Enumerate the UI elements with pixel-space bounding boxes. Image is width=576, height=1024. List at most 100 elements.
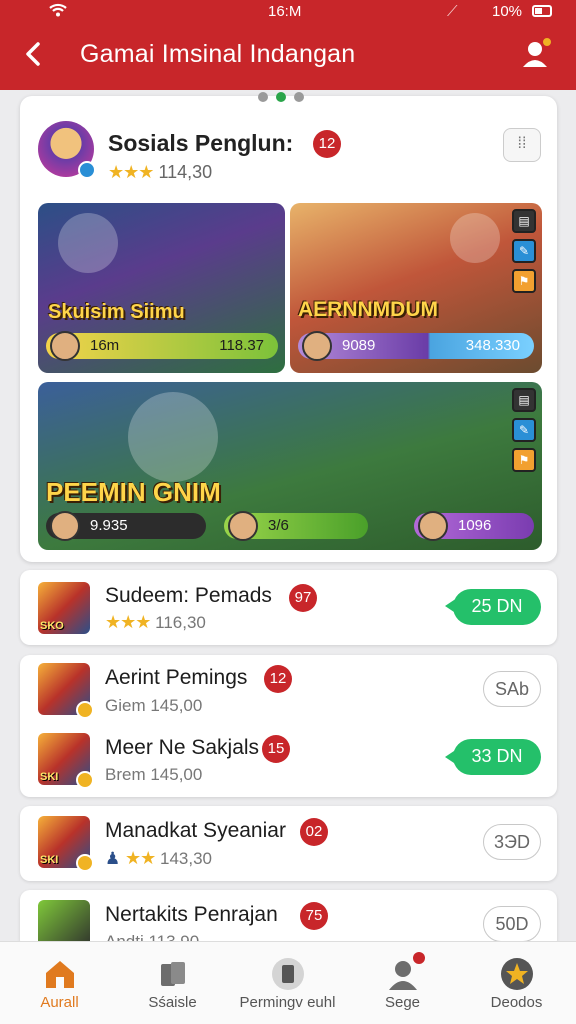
flag-icon[interactable]: ⚑ [512,448,536,472]
list-item[interactable]: SKI Manadkat Syeaniar 02 ♟ ★★ 143,30 3ЭD [20,808,557,878]
profile-icon [523,36,553,67]
center-icon [272,958,304,990]
tile-score-bar: 9.935 [46,511,206,541]
bar-value: 3/6 [268,517,289,534]
item-name: Nertakits Penrajan [105,903,278,926]
item-rating-value: 143,30 [160,849,212,868]
item-subtitle: Giem 145,00 [105,696,203,715]
list-card: SKI Manadkat Syeaniar 02 ♟ ★★ 143,30 3ЭD [20,806,557,881]
item-action-button[interactable]: SAb [483,671,541,707]
item-action-button[interactable]: 25 DN [453,589,541,625]
item-badge: 15 [262,735,290,763]
signal-icon: ⟋ [447,3,458,20]
verified-icon [78,161,96,179]
item-badge: 02 [300,818,328,846]
rating-stars-icon: ★★ [124,848,156,868]
bar-right-value: 118.37 [219,337,264,354]
tile-progress-bar: 16m 118.37 [46,331,278,361]
game-tile[interactable]: ▤ ✎ ⚑ AERNNMDUM 9089 348.330 [290,203,542,373]
bar-value: 1096 [458,517,492,534]
battery-icon [532,5,552,17]
more-dots-icon: ⁞⁞ [517,135,527,152]
game-tile-wide[interactable]: ▤ ✎ ⚑ PEEMIN GNIM 9.935 3/6 1096 [38,382,542,550]
item-badge: 75 [300,902,328,930]
status-time: 16:M [268,3,302,20]
tile-score-bar: 3/6 [224,511,368,541]
carousel-dot[interactable] [294,92,304,102]
tile-side-icons: ▤ ✎ ⚑ [512,388,536,472]
nav-item-star[interactable]: Deodos [459,942,574,1024]
tile-title: AERNNMDUM [298,298,438,321]
rating-stars-icon: ★★★ [108,162,154,182]
featured-avatar[interactable] [38,121,96,179]
light-burst [128,392,218,482]
bar-value: 9.935 [90,517,128,534]
battery-percent: 10% [492,3,523,20]
item-name: Manadkat Syeaniar [105,819,286,842]
carousel-indicator [258,92,304,102]
more-options-button[interactable]: ⁞⁞ [503,128,541,162]
edit-icon[interactable]: ✎ [512,418,536,442]
profile-button[interactable] [520,36,554,70]
item-subtitle: ♟ ★★ 143,30 [105,848,212,869]
nav-label: Sśaisle [148,994,197,1011]
item-badge: 97 [289,584,317,612]
thumb-tag: SKO [40,620,64,632]
nav-item-home[interactable]: Aurall [2,942,117,1024]
list-card: Aerint Pemings 12 Giem 145,00 SAb SKI Me… [20,655,557,797]
item-action-button[interactable]: 33 DN [453,739,541,775]
notification-dot [413,952,425,964]
bar-right-value: 348.330 [465,337,520,354]
featured-rating: ★★★ 114,30 [108,162,212,183]
list-item[interactable]: Aerint Pemings 12 Giem 145,00 SAb [20,655,557,725]
bar-left-value: 16m [90,337,120,354]
featured-rating-value: 114,30 [158,162,213,182]
game-tile[interactable]: Skuisim Siimu 16m 118.37 [38,203,285,373]
player-avatar [302,331,332,361]
list-item[interactable]: SKO Sudeem: Pemads 97 ★★★ 116,30 25 DN [20,572,557,642]
edit-icon[interactable]: ✎ [512,239,536,263]
game-thumbnail: SKO [38,582,90,634]
back-button[interactable] [20,38,48,70]
list-card: SKO Sudeem: Pemads 97 ★★★ 116,30 25 DN [20,570,557,645]
tile-title: Skuisim Siimu [48,301,185,323]
item-action-button[interactable]: 50D [483,906,541,942]
star-icon [501,958,533,990]
tile-side-icons: ▤ ✎ ⚑ [512,209,536,293]
game-thumbnail: SKI [38,816,94,872]
item-badge: 12 [264,665,292,693]
flag-icon[interactable]: ⚑ [512,269,536,293]
featured-title: Sosials Penglun: [108,130,294,156]
coin-icon [76,701,94,719]
stadium-light [58,213,118,273]
item-name: Aerint Pemings [105,666,248,689]
bar-left-value: 9089 [342,337,376,354]
nav-label: Aurall [40,994,79,1011]
carousel-dot[interactable] [258,92,268,102]
featured-badge: 12 [313,130,341,158]
stats-icon[interactable]: ▤ [512,388,536,412]
game-thumbnail [38,663,94,719]
nav-item-cards[interactable]: Sśaisle [115,942,230,1024]
carousel-dot-active[interactable] [276,92,286,102]
item-name: Meer Ne Sakjals [105,736,260,759]
nav-item-user[interactable]: Sege [345,942,460,1024]
wifi-icon [48,2,68,22]
cards-icon [161,962,185,986]
item-subtitle: ★★★ 116,30 [105,612,206,633]
status-bar: 16:M ⟋ 10% [0,0,576,26]
page-title: Gamai Imsinal Indangan [80,40,356,68]
home-icon [46,961,74,988]
item-subtitle: Brem 145,00 [105,765,203,784]
tile-progress-bar: 9089 348.330 [298,331,534,361]
item-action-button[interactable]: 3ЭD [483,824,541,860]
stats-icon[interactable]: ▤ [512,209,536,233]
item-rating-value: 116,30 [155,613,206,632]
thumb-tag: SKI [40,854,59,866]
list-item[interactable]: SKI Meer Ne Sakjals 15 Brem 145,00 33 DN [20,725,557,795]
thumb-tag: SKI [40,771,59,783]
person-icon: ♟ [105,849,121,868]
player-avatar [50,331,80,361]
nav-item-center[interactable]: Permingv euhl [230,942,345,1024]
bottom-navigation: Aurall Sśaisle Permingv euhl Sege Deodos [0,941,576,1024]
